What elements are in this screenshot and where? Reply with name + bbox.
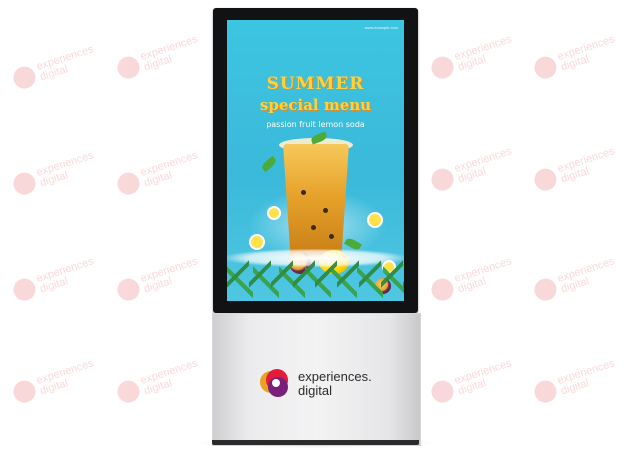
watermark-text: experiences [453, 255, 514, 285]
experiences-digital-logo-icon [258, 367, 292, 401]
drink-glass [283, 144, 349, 262]
watermark-text: digital [559, 53, 591, 74]
watermark-text: digital [456, 275, 488, 296]
mint-leaf [260, 155, 278, 173]
watermark-text: experiences [35, 149, 96, 179]
watermark-text: digital [456, 53, 488, 74]
lemon-slice [367, 212, 383, 228]
watermark-logo-icon [531, 275, 560, 304]
screen-subtitle: passion fruit lemon soda [266, 120, 365, 129]
watermark: experiences digital [10, 255, 99, 304]
watermark-text: experiences [556, 357, 617, 387]
watermark-text: experiences [453, 357, 514, 387]
watermark: experiences digital [531, 255, 620, 304]
watermark-logo-icon [114, 275, 143, 304]
watermark-text: experiences [453, 145, 514, 175]
watermark-text: digital [559, 165, 591, 186]
screen-title: SUMMER [266, 74, 365, 94]
watermark-text: experiences [556, 255, 617, 285]
watermark-text: digital [456, 165, 488, 186]
watermark-logo-icon [428, 377, 457, 406]
lemon-slice [267, 206, 281, 220]
watermark-text: experiences [35, 357, 96, 387]
watermark-logo-icon [114, 169, 143, 198]
watermark: experiences digital [428, 33, 517, 82]
watermark-text: digital [38, 377, 70, 398]
watermark: experiences digital [10, 357, 99, 406]
watermark: experiences digital [114, 255, 203, 304]
watermark-logo-icon [428, 53, 457, 82]
watermark-text: digital [142, 377, 174, 398]
watermark-text: digital [559, 275, 591, 296]
watermark-logo-icon [10, 275, 39, 304]
watermark: experiences digital [10, 149, 99, 198]
watermark-logo-icon [114, 53, 143, 82]
watermark-text: digital [456, 377, 488, 398]
watermark: experiences digital [114, 33, 203, 82]
watermark-logo-icon [531, 165, 560, 194]
watermark: experiences digital [428, 357, 517, 406]
watermark-text: digital [142, 169, 174, 190]
watermark: experiences digital [10, 43, 99, 92]
logo-line1: experiences. [298, 369, 372, 384]
watermark-logo-icon [428, 275, 457, 304]
seed [311, 225, 316, 230]
seed [301, 190, 306, 195]
tropical-foliage [227, 255, 404, 301]
watermark-logo-icon [428, 165, 457, 194]
watermark-text: experiences [139, 33, 200, 63]
watermark-text: experiences [556, 145, 617, 175]
kiosk-display: www.example.com SUMMER special menu pass… [227, 20, 404, 301]
watermark-logo-icon [10, 169, 39, 198]
screen-small-text: www.example.com [364, 25, 398, 30]
watermark: experiences digital [531, 357, 620, 406]
seed [329, 234, 334, 239]
watermark-logo-icon [531, 377, 560, 406]
watermark-logo-icon [114, 377, 143, 406]
watermark-text: experiences [35, 255, 96, 285]
screen-title-line2: special menu [259, 96, 372, 114]
logo-line2: digital [298, 383, 332, 398]
watermark: experiences digital [114, 149, 203, 198]
base-logo-text: experiences. digital [298, 370, 372, 398]
watermark-text: digital [142, 275, 174, 296]
watermark: experiences digital [428, 145, 517, 194]
watermark-text: experiences [139, 149, 200, 179]
watermark-text: experiences [556, 33, 617, 63]
watermark: experiences digital [114, 357, 203, 406]
kiosk-screen-bezel: www.example.com SUMMER special menu pass… [213, 8, 418, 313]
base-logo: experiences. digital [258, 367, 372, 401]
watermark-text: digital [38, 169, 70, 190]
watermark-logo-icon [10, 63, 39, 92]
watermark-text: experiences [35, 43, 96, 73]
watermark: experiences digital [531, 33, 620, 82]
watermark-text: experiences [453, 33, 514, 63]
kiosk-foot [212, 440, 419, 445]
watermark: experiences digital [428, 255, 517, 304]
watermark-text: experiences [139, 255, 200, 285]
watermark-text: digital [38, 275, 70, 296]
seed [323, 208, 328, 213]
watermark-logo-icon [531, 53, 560, 82]
lemon-slice [249, 234, 265, 250]
watermark-text: digital [38, 63, 70, 84]
watermark-logo-icon [10, 377, 39, 406]
watermark: experiences digital [531, 145, 620, 194]
watermark-text: digital [559, 377, 591, 398]
watermark-text: digital [142, 53, 174, 74]
watermark-text: experiences [139, 357, 200, 387]
